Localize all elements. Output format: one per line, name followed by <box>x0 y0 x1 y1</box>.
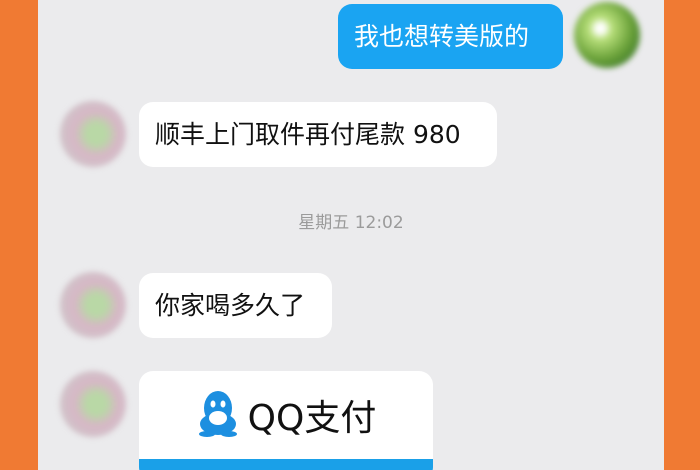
pay-card-footer-bar <box>139 459 433 470</box>
message-text: 我也想转美版的 <box>354 22 530 51</box>
contact-avatar[interactable] <box>60 272 126 338</box>
incoming-message-bubble[interactable]: 你家喝多久了 <box>139 273 332 338</box>
chat-area: 我也想转美版的 顺丰上门取件再付尾款 980 星期五 12:02 你家喝多久了 <box>38 0 664 470</box>
self-avatar[interactable] <box>574 2 640 68</box>
qq-pay-card[interactable]: QQ支付 <box>139 371 433 470</box>
message-text: 你家喝多久了 <box>155 291 306 320</box>
contact-avatar[interactable] <box>60 101 126 167</box>
incoming-message-bubble[interactable]: 顺丰上门取件再付尾款 980 <box>139 102 497 167</box>
contact-avatar[interactable] <box>60 371 126 437</box>
qq-penguin-icon <box>196 388 240 442</box>
pay-card-header: QQ支付 <box>139 371 433 459</box>
pay-card-title: QQ支付 <box>247 398 377 439</box>
outgoing-message-bubble[interactable]: 我也想转美版的 <box>338 4 563 69</box>
message-timestamp: 星期五 12:02 <box>298 213 404 233</box>
message-text: 顺丰上门取件再付尾款 980 <box>155 120 461 149</box>
